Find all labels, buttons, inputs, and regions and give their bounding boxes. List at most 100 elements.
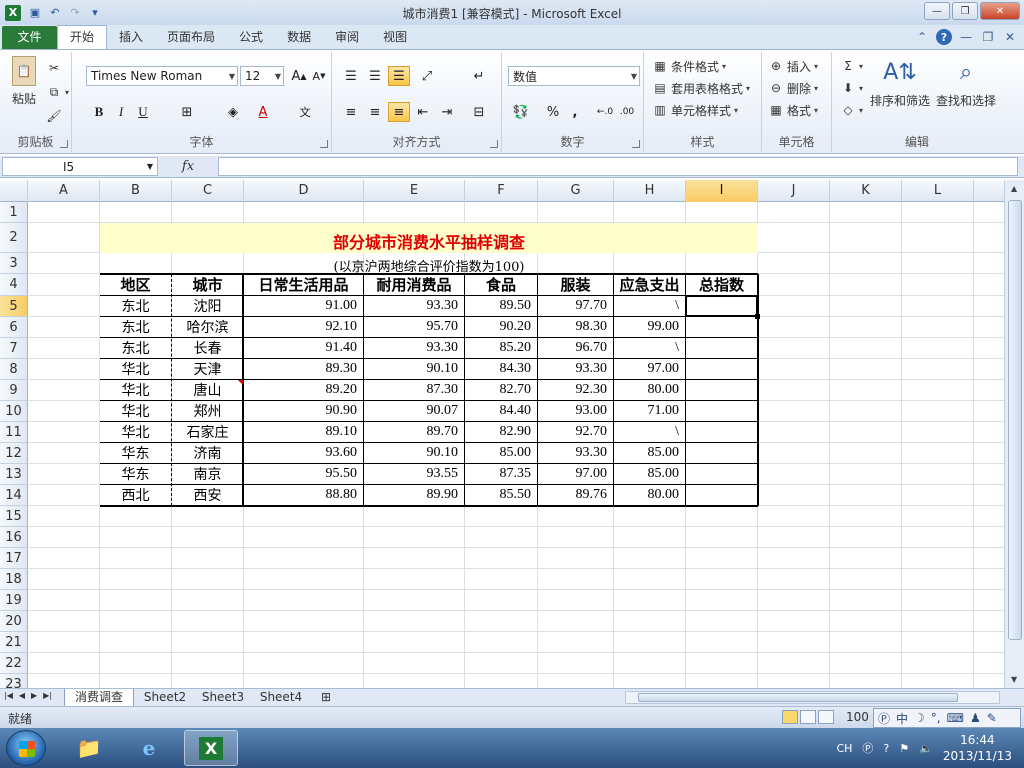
sheet-title[interactable]: 部分城市消费水平抽样调查 [100, 229, 758, 253]
paste-button[interactable]: 📋 粘贴 [6, 56, 42, 107]
row-header-23[interactable]: 23 [0, 674, 28, 688]
table-cell[interactable]: 84.30 [465, 359, 537, 379]
table-cell[interactable]: 沈阳 [172, 296, 243, 316]
table-cell[interactable]: 华东 [100, 443, 171, 463]
table-header-cell[interactable]: 食品 [465, 274, 537, 295]
table-header-cell[interactable]: 日常生活用品 [244, 274, 363, 295]
row-header-3[interactable]: 3 [0, 253, 28, 274]
customize-qat-icon[interactable]: ▾ [87, 5, 103, 21]
table-cell[interactable]: 长春 [172, 338, 243, 358]
align-right-button[interactable]: ≡ [388, 102, 410, 122]
tray-lang[interactable]: CH [836, 742, 852, 755]
row-header-14[interactable]: 14 [0, 485, 28, 506]
align-left-button[interactable]: ≡ [340, 102, 362, 122]
font-size-combo[interactable]: 12 ▼ [240, 66, 284, 86]
column-header-g[interactable]: G [538, 180, 614, 202]
horizontal-scroll-thumb[interactable] [638, 693, 958, 702]
sheet-tab-sheet3[interactable]: Sheet3 [196, 689, 250, 707]
column-header-a[interactable]: A [28, 180, 100, 202]
normal-view-button[interactable] [782, 710, 798, 724]
table-cell[interactable]: 华北 [100, 359, 171, 379]
merge-center-button[interactable]: ⊟ [468, 102, 490, 122]
doc-close-icon[interactable]: ✕ [1002, 29, 1018, 45]
table-cell[interactable]: 96.70 [538, 338, 613, 358]
table-cell[interactable] [686, 443, 757, 463]
table-cell[interactable]: 东北 [100, 317, 171, 337]
active-cell-selection[interactable] [685, 295, 758, 317]
row-header-1[interactable]: 1 [0, 202, 28, 223]
column-header-d[interactable]: D [244, 180, 364, 202]
minimize-button[interactable]: — [924, 2, 950, 20]
ribbon-collapse-icon[interactable]: ⌃ [914, 29, 930, 45]
row-header-6[interactable]: 6 [0, 317, 28, 338]
tab-data[interactable]: 数据 [275, 26, 323, 49]
table-cell[interactable]: 89.70 [364, 422, 464, 442]
column-header-h[interactable]: H [614, 180, 686, 202]
table-cell[interactable]: 92.70 [538, 422, 613, 442]
row-header-22[interactable]: 22 [0, 653, 28, 674]
table-cell[interactable]: 92.30 [538, 380, 613, 400]
align-middle-button[interactable]: ☰ [364, 66, 386, 86]
row-header-7[interactable]: 7 [0, 338, 28, 359]
table-cell[interactable]: \ [614, 338, 685, 358]
table-cell[interactable]: 南京 [172, 464, 243, 484]
tab-formulas[interactable]: 公式 [227, 26, 275, 49]
row-header-18[interactable]: 18 [0, 569, 28, 590]
table-cell[interactable]: 85.50 [465, 485, 537, 505]
tray-ime-icon[interactable]: Ⓟ [862, 740, 873, 756]
grow-font-button[interactable]: A ▲ [288, 66, 310, 86]
orientation-button[interactable]: ⤢ [416, 66, 438, 86]
ie-taskbar-icon[interactable]: e [122, 730, 176, 766]
table-cell[interactable]: 85.00 [614, 464, 685, 484]
table-cell[interactable]: 华东 [100, 464, 171, 484]
shrink-font-button[interactable]: A ▼ [308, 66, 330, 86]
column-header-j[interactable]: J [758, 180, 830, 202]
table-cell[interactable]: 87.30 [364, 380, 464, 400]
align-top-button[interactable]: ☰ [340, 66, 362, 86]
copy-button[interactable]: ⧉ ▾ [46, 82, 69, 102]
table-cell[interactable]: 90.10 [364, 359, 464, 379]
cut-button[interactable]: ✂ [46, 58, 62, 78]
table-cell[interactable]: 90.90 [244, 401, 363, 421]
row-header-16[interactable]: 16 [0, 527, 28, 548]
table-cell[interactable]: 91.00 [244, 296, 363, 316]
zoom-level[interactable]: 100 [846, 710, 869, 724]
table-cell[interactable]: 93.30 [364, 338, 464, 358]
row-header-12[interactable]: 12 [0, 443, 28, 464]
tab-home[interactable]: 开始 [57, 25, 108, 49]
conditional-format-button[interactable]: ▦ 条件格式 ▾ [652, 56, 726, 76]
ime-settings-icon[interactable]: ✎ [987, 711, 997, 725]
number-launcher[interactable] [632, 140, 640, 148]
formula-input[interactable] [218, 157, 1018, 176]
page-break-view-button[interactable] [818, 710, 834, 724]
table-cell[interactable]: 97.00 [538, 464, 613, 484]
row-header-21[interactable]: 21 [0, 632, 28, 653]
restore-button[interactable]: ❐ [952, 2, 978, 20]
align-bottom-button[interactable]: ☰ [388, 66, 410, 86]
table-cell[interactable]: 93.30 [364, 296, 464, 316]
table-cell[interactable]: 西北 [100, 485, 171, 505]
table-cell[interactable]: 92.10 [244, 317, 363, 337]
font-launcher[interactable] [320, 140, 328, 148]
table-cell[interactable] [686, 485, 757, 505]
table-cell[interactable]: 90.07 [364, 401, 464, 421]
autosum-button[interactable]: Σ ▾ [840, 56, 863, 76]
doc-restore-icon[interactable]: ❐ [980, 29, 996, 45]
table-cell[interactable]: 97.00 [614, 359, 685, 379]
column-header-e[interactable]: E [364, 180, 465, 202]
insert-function-icon[interactable]: fx [158, 159, 218, 174]
excel-app-icon[interactable]: X [5, 4, 21, 21]
table-cell[interactable]: 东北 [100, 296, 171, 316]
scroll-down-icon[interactable]: ▼ [1011, 675, 1017, 684]
table-cell[interactable] [686, 464, 757, 484]
table-cell[interactable]: 85.00 [614, 443, 685, 463]
table-cell[interactable]: 99.00 [614, 317, 685, 337]
italic-button[interactable]: I [110, 102, 132, 122]
save-icon[interactable]: ▣ [27, 5, 43, 21]
table-cell[interactable]: 98.30 [538, 317, 613, 337]
table-cell[interactable]: 88.80 [244, 485, 363, 505]
format-cells-button[interactable]: ▦ 格式 ▾ [768, 100, 818, 120]
table-cell[interactable]: 93.60 [244, 443, 363, 463]
row-header-8[interactable]: 8 [0, 359, 28, 380]
comment-indicator[interactable] [238, 380, 243, 385]
